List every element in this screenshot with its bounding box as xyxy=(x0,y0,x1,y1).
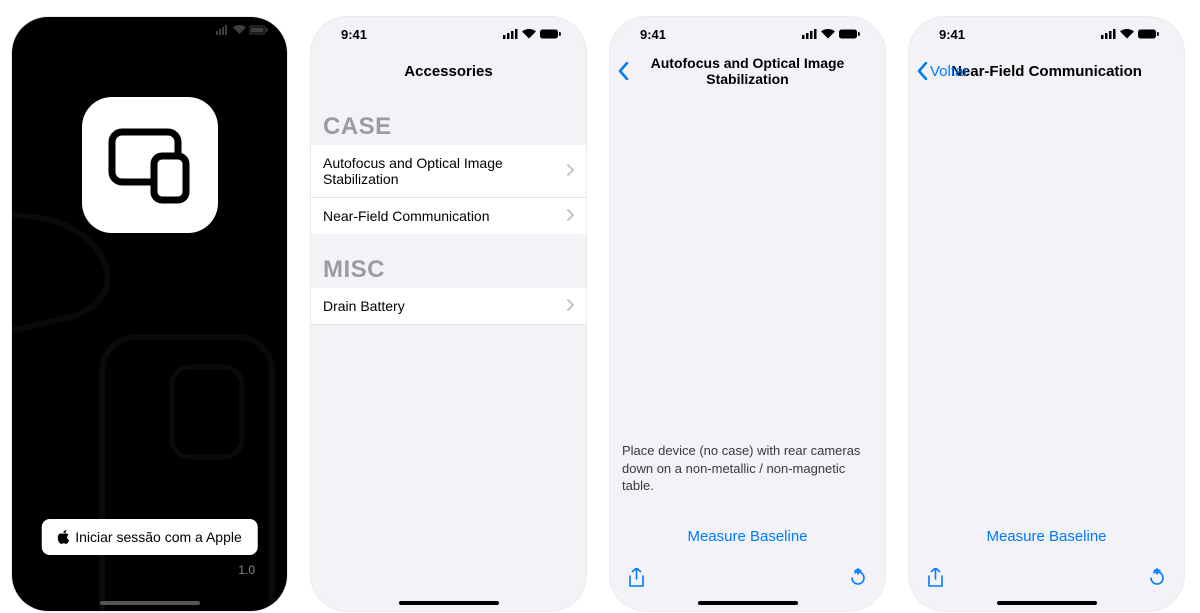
battery-icon xyxy=(1138,29,1160,39)
nav-title: Autofocus and Optical Image Stabilizatio… xyxy=(648,55,848,87)
status-icons xyxy=(503,29,562,39)
row-label: Autofocus and Optical Image Stabilizatio… xyxy=(323,155,567,187)
back-label: Voltar xyxy=(930,63,968,80)
measure-baseline-button[interactable]: Measure Baseline xyxy=(909,528,1184,545)
nav-title: Near-Field Communication xyxy=(951,63,1142,80)
row-nfc[interactable]: Near-Field Communication xyxy=(311,198,586,234)
home-indicator xyxy=(100,601,200,605)
chevron-right-icon xyxy=(567,298,574,314)
status-bar: 9:41 xyxy=(610,17,885,51)
bottom-toolbar xyxy=(610,568,885,593)
battery-icon xyxy=(540,29,562,39)
row-drain-battery[interactable]: Drain Battery xyxy=(311,288,586,325)
battery-icon xyxy=(839,29,861,39)
row-autofocus-ois[interactable]: Autofocus and Optical Image Stabilizatio… xyxy=(311,145,586,198)
restart-up-icon[interactable] xyxy=(1148,568,1166,593)
nav-title: Accessories xyxy=(404,63,492,80)
status-bar: 9:41 xyxy=(311,17,586,51)
restart-up-icon[interactable] xyxy=(849,568,867,593)
screen-accessories: 9:41 Accessories CASE Autofocus and Opti… xyxy=(311,17,586,611)
chevron-left-icon xyxy=(618,62,629,80)
screen-autofocus-ois: 9:41 Autofocus and Optical Image Stabili… xyxy=(610,17,885,611)
share-icon[interactable] xyxy=(628,568,645,593)
status-icons xyxy=(802,29,861,39)
signal-icon xyxy=(503,29,518,39)
bottom-toolbar xyxy=(909,568,1184,593)
version-label: 1.0 xyxy=(238,563,255,577)
home-indicator xyxy=(997,601,1097,605)
sign-in-label: Iniciar sessão com a Apple xyxy=(75,529,242,545)
screen-nfc: 9:41 Voltar Near-Field Communication Mea… xyxy=(909,17,1184,611)
signal-icon xyxy=(802,29,817,39)
status-time: 9:41 xyxy=(939,27,965,42)
section-misc-header: MISC xyxy=(311,234,586,288)
row-label: Drain Battery xyxy=(323,298,405,314)
back-button[interactable] xyxy=(618,62,629,80)
wifi-icon xyxy=(821,29,835,39)
instruction-text: Place device (no case) with rear cameras… xyxy=(622,442,873,495)
chevron-left-icon xyxy=(917,62,928,80)
apple-logo-icon xyxy=(57,530,69,544)
nav-bar: Accessories xyxy=(311,51,586,91)
signal-icon xyxy=(1101,29,1116,39)
section-case-header: CASE xyxy=(311,91,586,145)
home-indicator xyxy=(698,601,798,605)
screen-signin: Iniciar sessão com a Apple 1.0 xyxy=(12,17,287,611)
wifi-icon xyxy=(522,29,536,39)
measure-baseline-button[interactable]: Measure Baseline xyxy=(610,528,885,545)
status-icons xyxy=(1101,29,1160,39)
home-indicator xyxy=(399,601,499,605)
status-time: 9:41 xyxy=(341,27,367,42)
nav-bar: Voltar Near-Field Communication xyxy=(909,51,1184,91)
app-icon xyxy=(82,97,218,233)
status-time: 9:41 xyxy=(640,27,666,42)
status-bar: 9:41 xyxy=(909,17,1184,51)
case-list: Autofocus and Optical Image Stabilizatio… xyxy=(311,145,586,234)
chevron-right-icon xyxy=(567,208,574,224)
back-button[interactable]: Voltar xyxy=(917,62,968,80)
row-label: Near-Field Communication xyxy=(323,208,490,224)
misc-list: Drain Battery xyxy=(311,288,586,325)
sign-in-apple-button[interactable]: Iniciar sessão com a Apple xyxy=(41,519,258,555)
chevron-right-icon xyxy=(567,163,574,179)
share-icon[interactable] xyxy=(927,568,944,593)
wifi-icon xyxy=(1120,29,1134,39)
nav-bar: Autofocus and Optical Image Stabilizatio… xyxy=(610,51,885,91)
